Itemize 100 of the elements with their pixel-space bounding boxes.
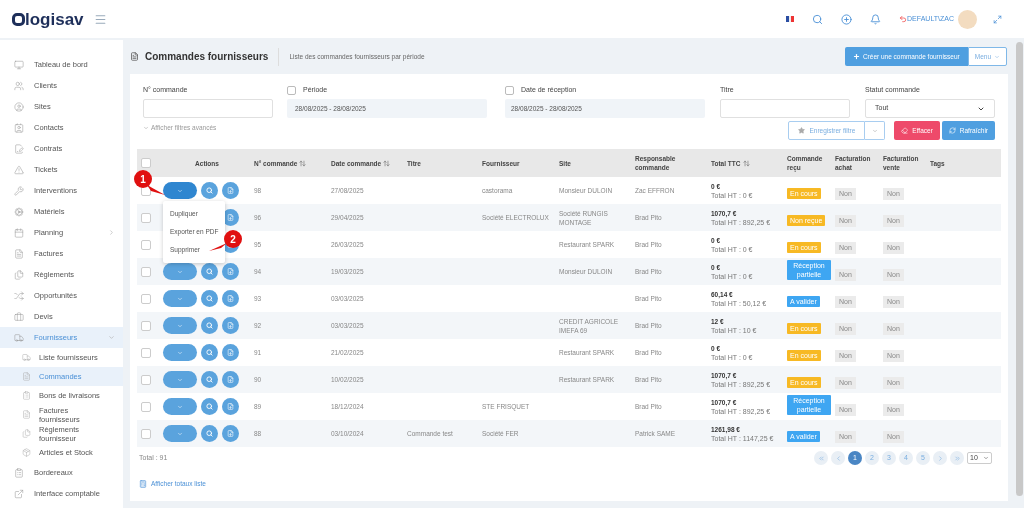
select-all-checkbox[interactable] bbox=[141, 158, 151, 168]
pdf-icon bbox=[227, 268, 234, 275]
checkbox[interactable] bbox=[287, 85, 296, 95]
package-icon bbox=[22, 448, 31, 457]
sort-icon[interactable] bbox=[742, 159, 750, 167]
next-page-button[interactable] bbox=[933, 451, 947, 465]
last-page-icon bbox=[953, 454, 961, 462]
row-checkbox[interactable] bbox=[141, 347, 151, 358]
sort-icon[interactable] bbox=[299, 159, 307, 167]
pdf-button[interactable] bbox=[222, 263, 239, 280]
search-icon bbox=[206, 187, 213, 194]
input-field[interactable] bbox=[720, 99, 850, 118]
search-button[interactable] bbox=[201, 425, 218, 442]
chevron-icon bbox=[177, 349, 183, 356]
external-link-icon bbox=[14, 488, 24, 499]
row-checkbox[interactable] bbox=[141, 320, 151, 331]
search-button[interactable] bbox=[201, 344, 218, 361]
input-field[interactable] bbox=[143, 99, 273, 118]
callout-marker: 1 bbox=[134, 170, 152, 188]
clipboard-icon bbox=[22, 391, 31, 400]
search-button[interactable] bbox=[201, 317, 218, 334]
pdf-button[interactable] bbox=[222, 182, 239, 199]
search-icon[interactable] bbox=[812, 13, 824, 25]
search-icon bbox=[206, 322, 213, 329]
row-checkbox[interactable] bbox=[141, 401, 151, 412]
bell-icon[interactable] bbox=[870, 13, 882, 25]
document-icon bbox=[14, 248, 24, 259]
calculator-icon bbox=[139, 480, 147, 488]
search-icon bbox=[206, 403, 213, 410]
pdf-icon bbox=[227, 403, 234, 410]
documents-icon bbox=[14, 269, 24, 280]
actions-dropdown-button[interactable] bbox=[163, 344, 197, 361]
pdf-icon bbox=[227, 187, 234, 194]
chevron-icon bbox=[871, 127, 878, 134]
pdf-button[interactable] bbox=[222, 398, 239, 415]
first-page-icon bbox=[817, 454, 825, 462]
actions-dropdown-button[interactable] bbox=[163, 425, 197, 442]
refresh-icon bbox=[948, 127, 956, 134]
row-checkbox[interactable] bbox=[141, 374, 151, 385]
add-icon[interactable] bbox=[841, 13, 853, 25]
pdf-button[interactable] bbox=[222, 317, 239, 334]
pdf-icon bbox=[227, 349, 234, 356]
chevron-icon bbox=[177, 268, 183, 275]
row-checkbox[interactable] bbox=[141, 239, 151, 250]
fullscreen-icon[interactable] bbox=[993, 14, 1002, 24]
menu-icon[interactable] bbox=[93, 12, 107, 26]
truck-icon bbox=[14, 332, 24, 343]
avatar[interactable] bbox=[958, 9, 977, 29]
briefcase-icon bbox=[14, 311, 24, 322]
calendar-icon bbox=[14, 227, 24, 238]
actions-dropdown-button[interactable] bbox=[163, 182, 197, 199]
pdf-button[interactable] bbox=[222, 425, 239, 442]
search-icon bbox=[206, 430, 213, 437]
search-button[interactable] bbox=[201, 182, 218, 199]
actions-dropdown-button[interactable] bbox=[163, 398, 197, 415]
eraser-icon bbox=[901, 127, 909, 134]
wrench-icon bbox=[14, 185, 24, 196]
pdf-button[interactable] bbox=[222, 344, 239, 361]
chevron-icon bbox=[994, 53, 1000, 60]
page-title: Commandes fournisseurs bbox=[145, 47, 280, 66]
pdf-button[interactable] bbox=[222, 371, 239, 388]
row-checkbox[interactable] bbox=[141, 266, 151, 277]
search-button[interactable] bbox=[201, 371, 218, 388]
sort-icon[interactable] bbox=[383, 159, 391, 167]
actions-dropdown-button[interactable] bbox=[163, 371, 197, 388]
warning-icon bbox=[14, 164, 24, 175]
last-page-button[interactable] bbox=[950, 451, 964, 465]
logo-text: logisav bbox=[25, 10, 84, 28]
row-checkbox[interactable] bbox=[141, 293, 151, 304]
documents-icon bbox=[22, 429, 31, 438]
row-checkbox[interactable] bbox=[141, 212, 151, 223]
first-page-button[interactable] bbox=[814, 451, 828, 465]
scrollbar[interactable] bbox=[1016, 42, 1023, 496]
search-button[interactable] bbox=[201, 263, 218, 280]
document-icon bbox=[22, 410, 31, 419]
pdf-icon bbox=[227, 214, 234, 221]
search-icon bbox=[206, 349, 213, 356]
signed-document-icon bbox=[14, 143, 24, 154]
search-button[interactable] bbox=[201, 290, 218, 307]
logo-icon bbox=[12, 12, 25, 26]
actions-dropdown-button[interactable] bbox=[163, 263, 197, 280]
row-checkbox[interactable] bbox=[141, 428, 151, 439]
actions-dropdown-button[interactable] bbox=[163, 290, 197, 307]
chevron-icon bbox=[177, 295, 183, 302]
actions-dropdown-button[interactable] bbox=[163, 317, 197, 334]
monitor-icon bbox=[14, 59, 24, 70]
return-arrow-icon[interactable] bbox=[899, 15, 908, 23]
pdf-button[interactable] bbox=[222, 290, 239, 307]
flag-icon[interactable] bbox=[786, 16, 795, 22]
document-icon bbox=[22, 372, 31, 381]
gear-icon bbox=[14, 206, 24, 217]
previous-page-button[interactable] bbox=[831, 451, 845, 465]
chevron-icon bbox=[177, 322, 183, 329]
search-button[interactable] bbox=[201, 398, 218, 415]
dropdown-button[interactable] bbox=[865, 121, 886, 140]
contact-card-icon bbox=[14, 122, 24, 133]
star-icon bbox=[798, 127, 806, 134]
pdf-icon bbox=[227, 322, 234, 329]
checkbox[interactable] bbox=[505, 85, 514, 95]
chevron-icon bbox=[983, 455, 989, 461]
